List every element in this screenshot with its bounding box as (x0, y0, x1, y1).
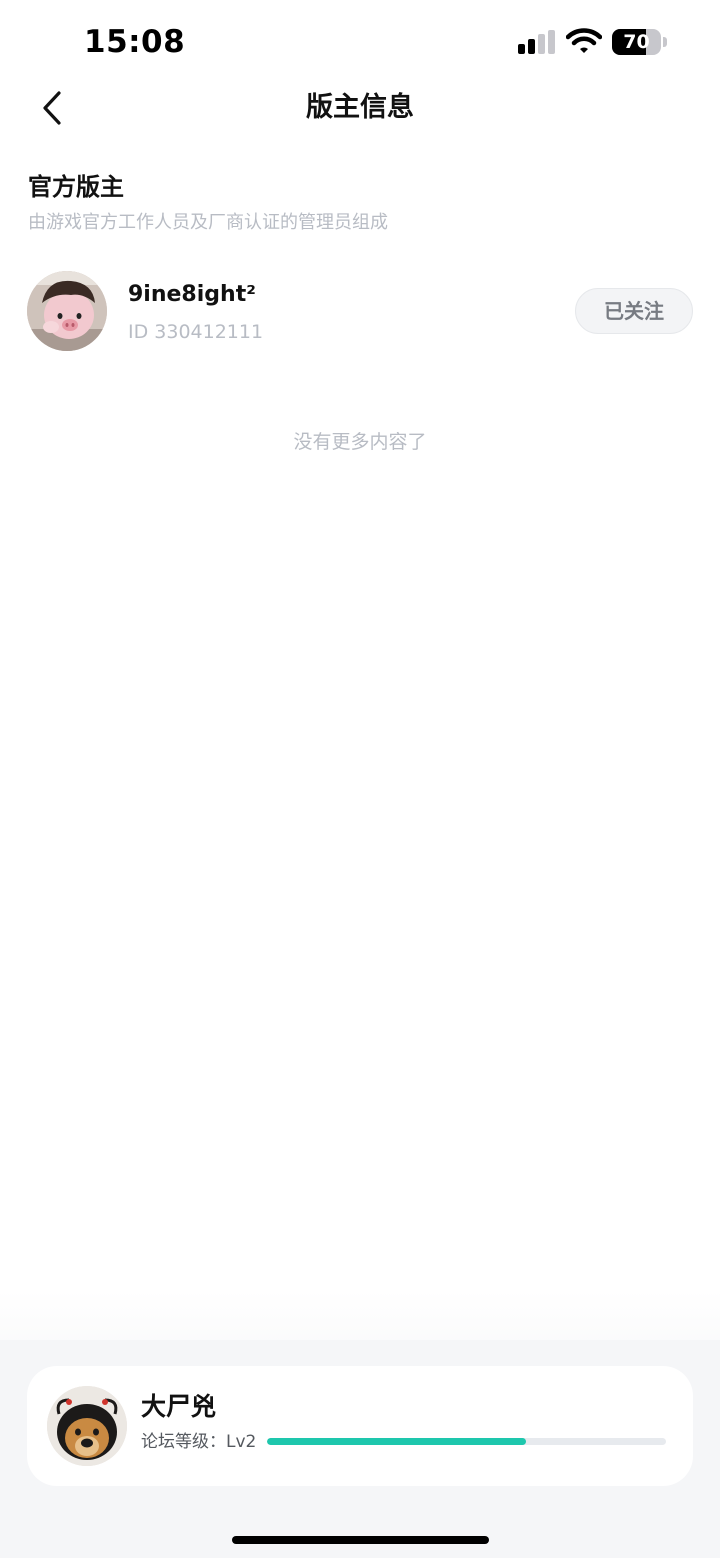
current-user-card[interactable]: 大尸兇 论坛等级：Lv2 (27, 1366, 693, 1486)
level-progress-bar (267, 1438, 666, 1445)
cellular-signal-icon (518, 30, 556, 54)
section-title: 官方版主 (28, 173, 124, 201)
user-name: 大尸兇 (141, 1392, 217, 1421)
status-bar: 15:08 70 (0, 0, 720, 86)
battery-icon: 70 (612, 29, 667, 55)
moderator-avatar[interactable] (27, 271, 107, 351)
home-indicator[interactable] (232, 1536, 489, 1544)
followed-button[interactable]: 已关注 (575, 288, 693, 334)
status-time: 15:08 (84, 24, 186, 60)
battery-level: 70 (623, 31, 650, 53)
moderator-name: 9ine8ight² (128, 282, 256, 307)
user-avatar[interactable] (47, 1386, 127, 1466)
moderator-row[interactable]: 9ine8ight² ID 330412111 已关注 (0, 266, 720, 356)
page-title: 版主信息 (306, 92, 414, 123)
moderator-id: ID 330412111 (128, 321, 264, 343)
forum-level-label: 论坛等级：Lv2 (141, 1432, 257, 1452)
wifi-icon (565, 28, 603, 54)
list-end-text: 没有更多内容了 (293, 431, 427, 453)
section-subtitle: 由游戏官方工作人员及厂商认证的管理员组成 (28, 212, 388, 233)
level-progress-fill (267, 1438, 527, 1445)
